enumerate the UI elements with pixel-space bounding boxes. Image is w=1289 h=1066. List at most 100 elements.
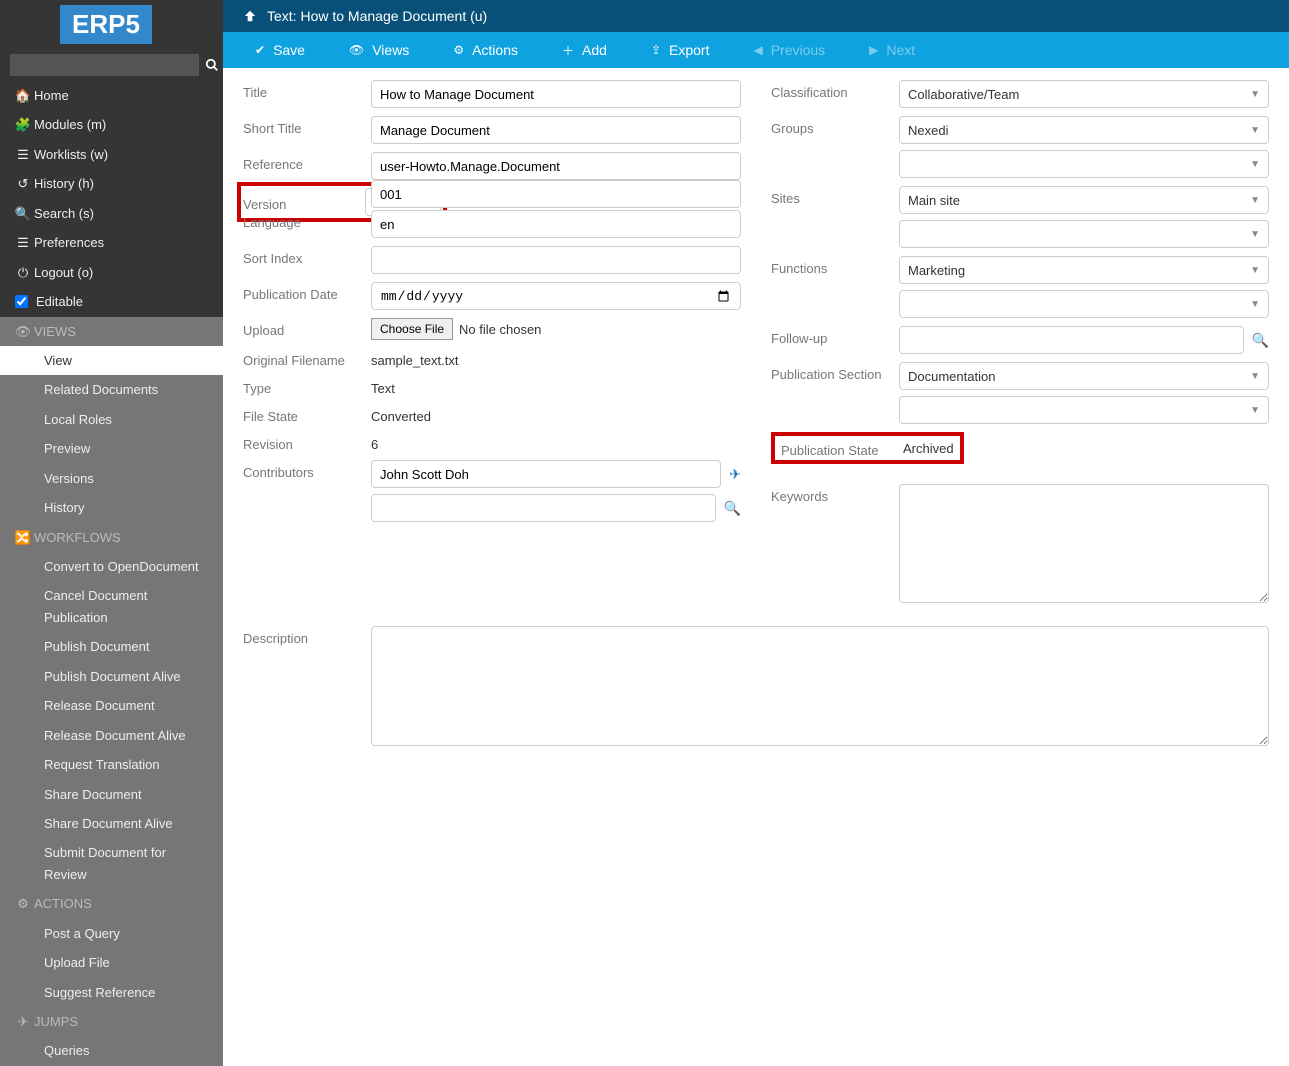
- title-input[interactable]: [371, 80, 741, 108]
- up-icon[interactable]: [243, 9, 257, 23]
- description-textarea[interactable]: [371, 626, 1269, 746]
- action-upload-file[interactable]: Upload File: [0, 948, 223, 977]
- export-button[interactable]: ⇪Export: [629, 32, 732, 68]
- sites-label: Sites: [771, 186, 899, 206]
- nav-home[interactable]: 🏠Home: [0, 81, 223, 110]
- search-icon[interactable]: 🔍: [1252, 332, 1269, 349]
- follow-up-label: Follow-up: [771, 326, 899, 346]
- section-views[interactable]: 👁VIEWS: [0, 317, 223, 346]
- plane-icon[interactable]: ✈: [729, 466, 741, 483]
- wf-share-alive[interactable]: Share Document Alive: [0, 809, 223, 838]
- wf-publish-alive[interactable]: Publish Document Alive: [0, 662, 223, 691]
- chevron-down-icon: ▼: [1250, 265, 1260, 276]
- functions-select-1[interactable]: ▼: [899, 290, 1269, 318]
- section-actions[interactable]: ⚙ACTIONS: [0, 889, 223, 918]
- follow-up-input[interactable]: [899, 326, 1244, 354]
- title-label: Title: [243, 80, 371, 100]
- nav-list: 🏠Home 🧩Modules (m) ☰Worklists (w) ↺Histo…: [0, 81, 223, 317]
- publication-section-select-1[interactable]: ▼: [899, 396, 1269, 424]
- nav-logout[interactable]: ⏻Logout (o): [0, 258, 223, 287]
- original-filename-label: Original Filename: [243, 348, 371, 368]
- nav-editable[interactable]: Editable: [0, 287, 223, 316]
- wf-convert[interactable]: Convert to OpenDocument: [0, 552, 223, 581]
- wf-share[interactable]: Share Document: [0, 780, 223, 809]
- add-button[interactable]: ＋Add: [540, 32, 629, 68]
- revision-value: 6: [371, 432, 741, 452]
- classification-select[interactable]: Collaborative/Team▼: [899, 80, 1269, 108]
- short-title-label: Short Title: [243, 116, 371, 136]
- choose-file-button[interactable]: Choose File: [371, 318, 453, 340]
- nav-history[interactable]: ↺History (h): [0, 169, 223, 198]
- home-icon: 🏠: [12, 85, 34, 106]
- publication-state-highlight: Publication State Archived: [771, 432, 964, 464]
- short-title-input[interactable]: [371, 116, 741, 144]
- sliders-icon: ☰: [12, 232, 34, 253]
- sidebar-search-input[interactable]: [10, 54, 199, 76]
- nav-preferences[interactable]: ☰Preferences: [0, 228, 223, 257]
- chevron-down-icon: ▼: [1250, 195, 1260, 206]
- sort-index-input[interactable]: [371, 246, 741, 274]
- groups-select-0[interactable]: Nexedi▼: [899, 116, 1269, 144]
- action-suggest-reference[interactable]: Suggest Reference: [0, 978, 223, 1007]
- actions-button[interactable]: ⚙Actions: [431, 32, 540, 68]
- publication-section-select-0[interactable]: Documentation▼: [899, 362, 1269, 390]
- groups-select-1[interactable]: ▼: [899, 150, 1269, 178]
- view-versions[interactable]: Versions: [0, 464, 223, 493]
- view-history[interactable]: History: [0, 493, 223, 522]
- search-icon[interactable]: [199, 58, 225, 72]
- search-icon[interactable]: 🔍: [724, 500, 741, 517]
- wf-request-translation[interactable]: Request Translation: [0, 750, 223, 779]
- nav-worklists[interactable]: ☰Worklists (w): [0, 140, 223, 169]
- jump-queries[interactable]: Queries: [0, 1036, 223, 1065]
- save-button[interactable]: ✔Save: [233, 32, 327, 68]
- contributor-input-0[interactable]: [371, 460, 721, 488]
- view-local-roles[interactable]: Local Roles: [0, 405, 223, 434]
- next-button: ▶Next: [847, 32, 937, 68]
- original-filename-value: sample_text.txt: [371, 348, 741, 368]
- wf-publish[interactable]: Publish Document: [0, 632, 223, 661]
- view-related-documents[interactable]: Related Documents: [0, 375, 223, 404]
- wf-cancel-publication[interactable]: Cancel Document Publication: [0, 581, 223, 632]
- nav-search[interactable]: 🔍Search (s): [0, 199, 223, 228]
- power-icon: ⏻: [12, 262, 34, 283]
- eye-icon: 👁: [349, 43, 364, 57]
- chevron-down-icon: ▼: [1250, 299, 1260, 310]
- sites-select-1[interactable]: ▼: [899, 220, 1269, 248]
- logo: ERP5: [60, 5, 152, 44]
- history-icon: ↺: [12, 173, 34, 194]
- version-input-full[interactable]: [371, 180, 741, 208]
- chevron-down-icon: ▼: [1250, 371, 1260, 382]
- file-state-value: Converted: [371, 404, 741, 424]
- chevron-down-icon: ▼: [1250, 405, 1260, 416]
- reference-label: Reference: [243, 152, 371, 172]
- nav-modules[interactable]: 🧩Modules (m): [0, 110, 223, 139]
- wf-release-alive[interactable]: Release Document Alive: [0, 721, 223, 750]
- functions-select-0[interactable]: Marketing▼: [899, 256, 1269, 284]
- view-preview[interactable]: Preview: [0, 434, 223, 463]
- reference-input[interactable]: [371, 152, 741, 180]
- wf-submit-review[interactable]: Submit Document for Review: [0, 838, 223, 889]
- file-status: No file chosen: [459, 322, 541, 337]
- views-button[interactable]: 👁Views: [327, 32, 431, 68]
- previous-button: ◀Previous: [731, 32, 847, 68]
- description-label: Description: [243, 626, 371, 646]
- publication-date-input[interactable]: [371, 282, 741, 310]
- view-view[interactable]: View: [0, 346, 223, 375]
- shuffle-icon: 🔀: [12, 527, 34, 548]
- editable-checkbox[interactable]: [15, 295, 28, 308]
- action-post-query[interactable]: Post a Query: [0, 919, 223, 948]
- sites-select-0[interactable]: Main site▼: [899, 186, 1269, 214]
- type-value: Text: [371, 376, 741, 396]
- section-workflows[interactable]: 🔀WORKFLOWS: [0, 523, 223, 552]
- contributor-input-1[interactable]: [371, 494, 716, 522]
- cogs-icon: ⚙: [12, 893, 34, 914]
- prev-icon: ◀: [753, 43, 762, 57]
- section-jumps[interactable]: ✈JUMPS: [0, 1007, 223, 1036]
- page-title: Text: How to Manage Document (u): [267, 8, 487, 24]
- keywords-textarea[interactable]: [899, 484, 1269, 603]
- plane-icon: ✈: [12, 1011, 34, 1032]
- upload-label: Upload: [243, 318, 371, 338]
- wf-release[interactable]: Release Document: [0, 691, 223, 720]
- plus-icon: ＋: [562, 42, 574, 59]
- cogs-icon: ⚙: [453, 43, 464, 57]
